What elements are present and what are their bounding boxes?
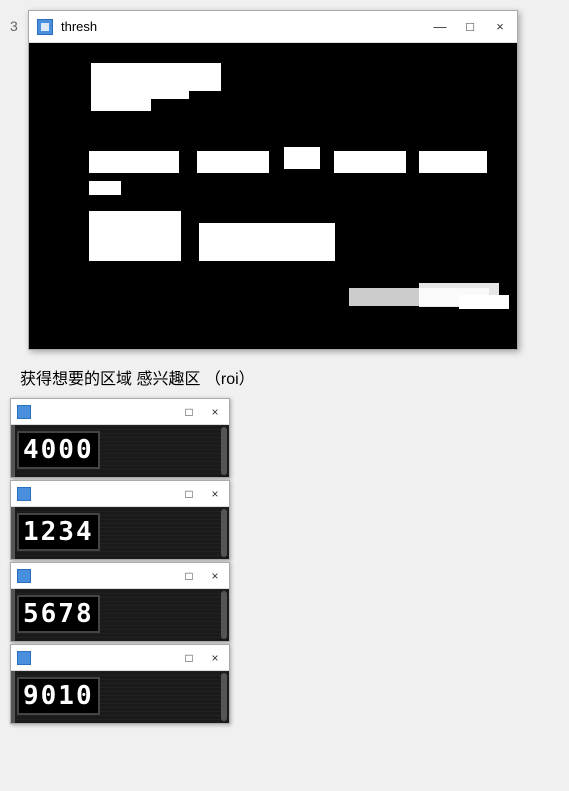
roi-3-scrollhint (221, 591, 227, 639)
roi-1-close-btn[interactable]: × (207, 405, 223, 419)
roi-2-close-btn[interactable]: × (207, 487, 223, 501)
roi-window-3[interactable]: □ × 5678 (10, 562, 230, 642)
roi-3-content: 5678 (11, 589, 229, 641)
roi-1-controls[interactable]: □ × (181, 405, 223, 419)
thresh-window-icon (37, 19, 53, 35)
page-number: 3 (10, 18, 18, 34)
roi-3-left-strip (11, 589, 15, 641)
roi-3-icon (17, 569, 31, 583)
thresh-maximize-btn[interactable]: □ (461, 20, 479, 33)
roi-4-controls[interactable]: □ × (181, 651, 223, 665)
roi-2-scrollhint (221, 509, 227, 557)
roi-4-number: 9010 (17, 677, 100, 715)
roi-4-content: 9010 (11, 671, 229, 723)
roi-1-left-strip (11, 425, 15, 477)
roi-4-minimize-btn[interactable]: □ (181, 651, 197, 665)
roi-3-number: 5678 (17, 595, 100, 633)
roi-2-titlebar: □ × (11, 481, 229, 507)
roi-4-scrollhint (221, 673, 227, 721)
roi-1-icon (17, 405, 31, 419)
roi-1-number: 4000 (17, 431, 100, 469)
thresh-canvas (29, 43, 517, 349)
thresh-minimize-btn[interactable]: — (431, 20, 449, 33)
roi-1-scrollhint (221, 427, 227, 475)
thresh-window[interactable]: thresh — □ × (28, 10, 518, 350)
roi-4-left-strip (11, 671, 15, 723)
roi-3-titlebar: □ × (11, 563, 229, 589)
roi-2-icon (17, 487, 31, 501)
roi-3-close-btn[interactable]: × (207, 569, 223, 583)
thresh-title: thresh (61, 19, 431, 34)
roi-window-4[interactable]: □ × 9010 (10, 644, 230, 724)
roi-1-minimize-btn[interactable]: □ (181, 405, 197, 419)
roi-3-minimize-btn[interactable]: □ (181, 569, 197, 583)
thresh-controls[interactable]: — □ × (431, 20, 509, 33)
roi-4-titlebar: □ × (11, 645, 229, 671)
roi-1-content: 4000 (11, 425, 229, 477)
roi-2-left-strip (11, 507, 15, 559)
roi-3-controls[interactable]: □ × (181, 569, 223, 583)
thresh-close-btn[interactable]: × (491, 20, 509, 33)
roi-label-text: 获得想要的区域 感兴趣区 （roi） (20, 365, 255, 389)
roi-2-minimize-btn[interactable]: □ (181, 487, 197, 501)
roi-1-titlebar: □ × (11, 399, 229, 425)
roi-4-icon (17, 651, 31, 665)
roi-2-number: 1234 (17, 513, 100, 551)
roi-2-content: 1234 (11, 507, 229, 559)
roi-2-controls[interactable]: □ × (181, 487, 223, 501)
roi-window-2[interactable]: □ × 1234 (10, 480, 230, 560)
roi-window-1[interactable]: □ × 4000 (10, 398, 230, 478)
roi-windows-container: □ × 4000 □ × 1234 (10, 398, 230, 726)
thresh-titlebar: thresh — □ × (29, 11, 517, 43)
roi-4-close-btn[interactable]: × (207, 651, 223, 665)
